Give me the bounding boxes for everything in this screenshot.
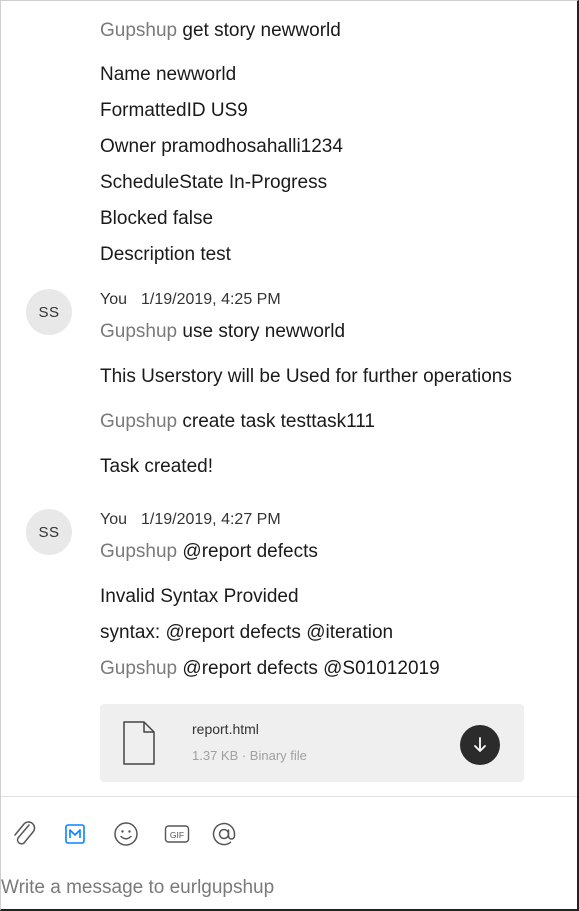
- mention-icon: [212, 822, 236, 846]
- emoji-button[interactable]: [109, 816, 143, 852]
- mention-button[interactable]: [207, 816, 241, 852]
- message-command: Gupshup @report defects @S01012019: [100, 657, 440, 681]
- command-text: @report defects: [182, 541, 318, 562]
- avatar[interactable]: SS: [26, 289, 72, 335]
- gif-label: GIF: [170, 830, 184, 840]
- gif-icon: GIF: [164, 825, 190, 843]
- gif-button[interactable]: GIF: [160, 816, 194, 852]
- markdown-button[interactable]: [60, 816, 90, 852]
- message-command: Gupshup create task testtask111: [100, 410, 375, 434]
- story-name: Name newworld: [100, 64, 237, 85]
- message-meta: You 1/19/2019, 4:27 PM: [100, 511, 281, 529]
- file-attachment[interactable]: report.html 1.37 KB · Binary file: [100, 704, 524, 782]
- sender-name: You: [100, 511, 127, 528]
- download-button[interactable]: [460, 725, 500, 765]
- story-owner: Owner pramodhosahalli1234: [100, 136, 343, 157]
- timestamp: 1/19/2019, 4:27 PM: [141, 511, 281, 528]
- file-icon: [123, 721, 155, 765]
- message-command: Gupshup get story newworld: [100, 19, 341, 43]
- bot-reply: This Userstory will be Used for further …: [100, 366, 512, 387]
- attach-button[interactable]: [7, 816, 41, 852]
- bot-mention[interactable]: Gupshup: [100, 411, 177, 432]
- bot-mention[interactable]: Gupshup: [100, 321, 177, 342]
- story-schedule-state: ScheduleState In-Progress: [100, 172, 328, 193]
- story-blocked: Blocked false: [100, 208, 214, 229]
- command-text: @report defects @S01012019: [182, 658, 440, 679]
- download-icon: [474, 737, 486, 752]
- bot-reply: syntax: @report defects @iteration: [100, 622, 394, 643]
- file-meta: 1.37 KB · Binary file: [192, 748, 307, 763]
- story-description: Description test: [100, 244, 231, 265]
- composer-divider: [1, 796, 577, 797]
- file-name: report.html: [192, 721, 259, 737]
- bot-mention[interactable]: Gupshup: [100, 658, 177, 679]
- story-formatted-id: FormattedID US9: [100, 100, 248, 121]
- message-input[interactable]: Write a message to eurlgupshup: [1, 877, 274, 899]
- bot-reply: Invalid Syntax Provided: [100, 586, 299, 607]
- attach-icon: [14, 821, 36, 845]
- command-text: create task testtask111: [182, 411, 375, 432]
- command-text: use story newworld: [177, 321, 346, 342]
- bot-mention[interactable]: Gupshup: [100, 541, 177, 562]
- emoji-icon: [114, 822, 138, 846]
- avatar[interactable]: SS: [26, 509, 72, 555]
- timestamp: 1/19/2019, 4:25 PM: [141, 291, 281, 308]
- message-meta: You 1/19/2019, 4:25 PM: [100, 291, 281, 309]
- bot-reply: Task created!: [100, 456, 213, 477]
- markdown-icon: [65, 824, 85, 844]
- message-command: Gupshup use story newworld: [100, 320, 345, 344]
- conversation-pane: Gupshup get story newworld Name newworld…: [0, 0, 579, 911]
- command-text: get story newworld: [182, 20, 341, 41]
- message-command: Gupshup @report defects: [100, 540, 318, 564]
- composer-toolbar: GIF: [1, 816, 401, 852]
- bot-mention[interactable]: Gupshup: [100, 20, 177, 41]
- sender-name: You: [100, 291, 127, 308]
